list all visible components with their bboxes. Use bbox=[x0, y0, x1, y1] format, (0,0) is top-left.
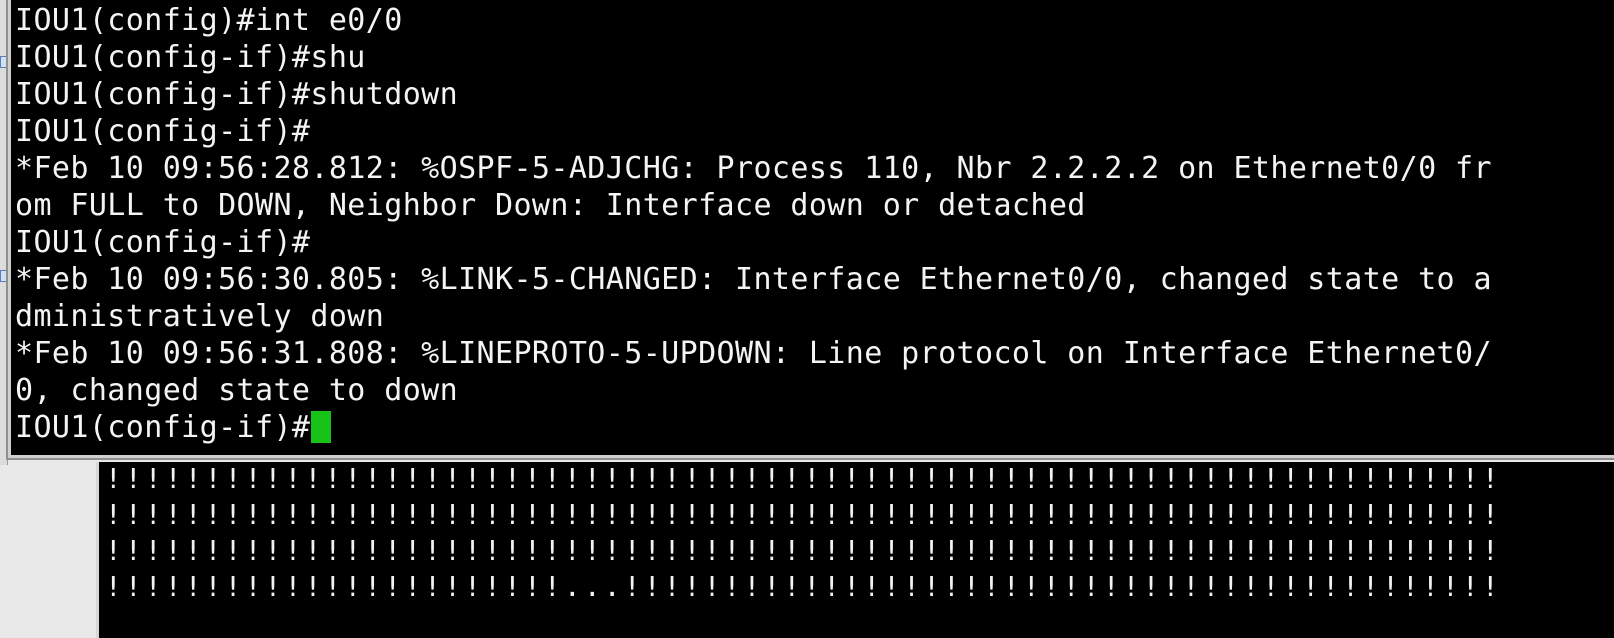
terminal-line: *Feb 10 09:56:31.808: %LINEPROTO-5-UPDOW… bbox=[15, 336, 1492, 371]
terminal-line: IOU1(config-if)# bbox=[15, 114, 311, 149]
terminal-line: om FULL to DOWN, Neighbor Down: Interfac… bbox=[15, 188, 1086, 223]
terminal-output[interactable]: IOU1(config)#int e0/0 IOU1(config-if)#sh… bbox=[11, 0, 1614, 455]
terminal-line: *Feb 10 09:56:28.812: %OSPF-5-ADJCHG: Pr… bbox=[15, 151, 1492, 186]
terminal-line: IOU1(config-if)#shu bbox=[15, 40, 366, 75]
terminal-line: !!!!!!!!!!!!!!!!!!!!!!!!!!!!!!!!!!!!!!!!… bbox=[105, 463, 1502, 495]
background-terminal[interactable]: !!!!!!!!!!!!!!!!!!!!!!!!!!!!!!!!!!!!!!!!… bbox=[96, 462, 1614, 638]
foreground-terminal-window[interactable]: IOU1(config)#int e0/0 IOU1(config-if)#sh… bbox=[6, 0, 1614, 460]
terminal-line: !!!!!!!!!!!!!!!!!!!!!!!...!!!!!!!!!!!!!!… bbox=[105, 571, 1502, 603]
desktop: !!!!!!!!!!!!!!!!!!!!!!!!!!!!!!!!!!!!!!!!… bbox=[0, 0, 1614, 638]
terminal-line: IOU1(config)#int e0/0 bbox=[15, 3, 403, 38]
terminal-line: *Feb 10 09:56:30.805: %LINK-5-CHANGED: I… bbox=[15, 262, 1492, 297]
terminal-line: dministratively down bbox=[15, 299, 385, 334]
command-prompt: IOU1(config-if)# bbox=[15, 410, 311, 445]
terminal-line: IOU1(config-if)#shutdown bbox=[15, 77, 459, 112]
text-cursor bbox=[311, 411, 332, 443]
command-prompt-line[interactable]: IOU1(config-if)# bbox=[15, 409, 332, 446]
terminal-line: !!!!!!!!!!!!!!!!!!!!!!!!!!!!!!!!!!!!!!!!… bbox=[105, 535, 1502, 567]
terminal-line: IOU1(config-if)# bbox=[15, 225, 311, 260]
terminal-line: 0, changed state to down bbox=[15, 373, 459, 408]
terminal-line: !!!!!!!!!!!!!!!!!!!!!!!!!!!!!!!!!!!!!!!!… bbox=[105, 499, 1502, 531]
